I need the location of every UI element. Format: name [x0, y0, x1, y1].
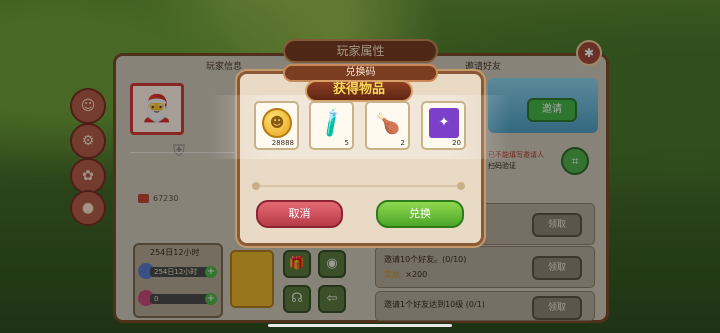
reward-item[interactable]: ☻ 28888 [254, 101, 299, 150]
potion-tube-icon: 🧪 [314, 106, 350, 140]
home-indicator [268, 324, 452, 327]
item-count: 20 [452, 139, 461, 147]
reward-item[interactable]: ✦ 20 [421, 101, 466, 150]
divider-dot [457, 182, 465, 190]
reward-title: 获得物品 [332, 82, 385, 97]
purple-ticket-icon: ✦ [429, 108, 459, 138]
redeem-button[interactable]: 兑换 [376, 200, 464, 228]
reward-item[interactable]: 🍗 2 [365, 101, 410, 150]
divider [256, 185, 461, 187]
item-count: 5 [344, 139, 349, 147]
item-count: 28888 [271, 139, 294, 147]
reward-item[interactable]: 🧪 5 [309, 101, 354, 150]
fried-chicken-bucket-icon: 🍗 [375, 111, 401, 135]
item-count: 2 [400, 139, 405, 147]
divider-dot [252, 182, 260, 190]
gold-coin-icon: ☻ [262, 108, 292, 138]
cancel-button[interactable]: 取消 [256, 200, 343, 228]
